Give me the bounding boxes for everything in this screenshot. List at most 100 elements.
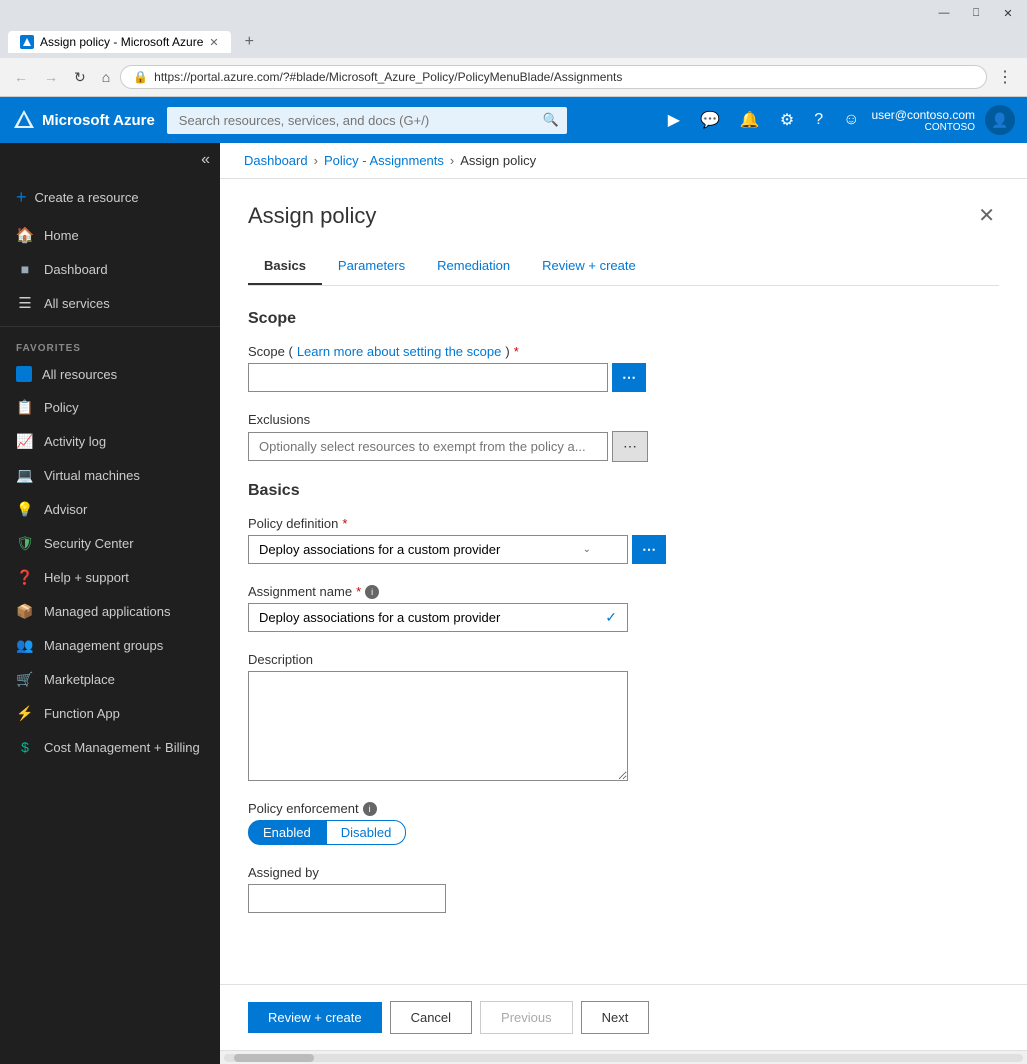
sidebar-cost-label: Cost Management + Billing xyxy=(44,740,200,755)
review-create-button[interactable]: Review + create xyxy=(248,1002,382,1033)
scope-input[interactable] xyxy=(248,363,608,392)
sidebar-collapse-button[interactable]: « xyxy=(201,151,210,169)
assigned-by-input[interactable] xyxy=(248,884,446,913)
sidebar-item-virtual-machines[interactable]: 💻 Virtual machines xyxy=(0,458,220,492)
sidebar-policy-label: Policy xyxy=(44,400,79,415)
tab-review-create[interactable]: Review + create xyxy=(526,248,652,285)
sidebar-item-help-support[interactable]: ❓ Help + support xyxy=(0,560,220,594)
browser-menu-button[interactable]: ⋮ xyxy=(991,63,1019,91)
panel-header: Assign policy ✕ xyxy=(248,179,999,248)
breadcrumb-policy-assignments[interactable]: Policy - Assignments xyxy=(324,153,444,168)
enforcement-enabled-button[interactable]: Enabled xyxy=(248,820,326,845)
description-label: Description xyxy=(248,652,999,667)
sidebar-allservices-label: All services xyxy=(44,296,110,311)
sidebar-home-label: Home xyxy=(44,228,79,243)
user-avatar[interactable]: 👤 xyxy=(985,105,1015,135)
assigned-by-label: Assigned by xyxy=(248,865,999,880)
assignment-name-label: Assignment name * i xyxy=(248,584,999,599)
browser-tab[interactable]: Assign policy - Microsoft Azure ✕ xyxy=(8,31,231,53)
forward-button[interactable]: → xyxy=(38,65,64,89)
sidebar-functionapp-label: Function App xyxy=(44,706,120,721)
assignment-name-select[interactable]: Deploy associations for a custom provide… xyxy=(249,604,627,631)
scope-learn-more-link[interactable]: Learn more about setting the scope xyxy=(297,344,502,359)
panel-close-button[interactable]: ✕ xyxy=(974,199,999,232)
assignment-name-required: * xyxy=(356,584,361,599)
assignment-name-info-icon[interactable]: i xyxy=(365,585,379,599)
virtual-machines-icon: 💻 xyxy=(16,466,34,484)
assign-policy-panel: Assign policy ✕ Basics Parameters Remedi… xyxy=(220,179,1027,984)
enforcement-toggle-group: Enabled Disabled xyxy=(248,820,999,845)
sidebar-item-policy[interactable]: 📋 Policy xyxy=(0,390,220,424)
minimize-button[interactable]: ― xyxy=(929,2,959,24)
cancel-button[interactable]: Cancel xyxy=(390,1001,472,1034)
assignment-name-form-group: Assignment name * i Deploy associations … xyxy=(248,584,999,632)
scope-label: Scope (Learn more about setting the scop… xyxy=(248,344,999,359)
sidebar-managedapps-label: Managed applications xyxy=(44,604,170,619)
search-bar[interactable]: 🔍 xyxy=(167,107,567,134)
back-button[interactable]: ← xyxy=(8,65,34,89)
enforcement-info-icon[interactable]: i xyxy=(363,802,377,816)
exclusions-input[interactable] xyxy=(248,432,608,461)
next-button[interactable]: Next xyxy=(581,1001,650,1034)
sidebar-item-activity-log[interactable]: 📈 Activity log xyxy=(0,424,220,458)
notifications-button[interactable]: 🔔 xyxy=(732,104,768,136)
enforcement-disabled-button[interactable]: Disabled xyxy=(326,820,407,845)
address-bar[interactable]: 🔒 https://portal.azure.com/?#blade/Micro… xyxy=(120,65,987,89)
breadcrumb-dashboard[interactable]: Dashboard xyxy=(244,153,308,168)
sidebar-item-management-groups[interactable]: 👥 Management groups xyxy=(0,628,220,662)
browser-chrome: Assign policy - Microsoft Azure ✕ + ← → … xyxy=(0,26,1027,97)
search-input[interactable] xyxy=(167,107,567,134)
exclusions-form-group: Exclusions ⋯ xyxy=(248,412,999,462)
sidebar-item-function-app[interactable]: ⚡ Function App xyxy=(0,696,220,730)
policy-enforcement-label-text: Policy enforcement xyxy=(248,801,359,816)
sidebar-item-all-resources[interactable]: All resources xyxy=(0,358,220,390)
home-icon: 🏠 xyxy=(16,226,34,244)
home-button[interactable]: ⌂ xyxy=(96,65,116,89)
breadcrumb: Dashboard › Policy - Assignments › Assig… xyxy=(220,143,1027,179)
assigned-by-form-group: Assigned by xyxy=(248,865,999,913)
tab-remediation[interactable]: Remediation xyxy=(421,248,526,285)
sidebar-collapse-area: « xyxy=(0,143,220,177)
new-tab-button[interactable]: + xyxy=(239,31,260,53)
sidebar-item-home[interactable]: 🏠 Home xyxy=(0,218,220,252)
sidebar-item-cost-management[interactable]: $ Cost Management + Billing xyxy=(0,730,220,764)
assignment-name-input-row: Deploy associations for a custom provide… xyxy=(248,603,999,632)
scope-browse-button[interactable]: ⋯ xyxy=(612,363,646,392)
brand-name: Microsoft Azure xyxy=(42,112,155,129)
feedback-button[interactable]: 💬 xyxy=(692,104,728,136)
tab-title: Assign policy - Microsoft Azure xyxy=(40,35,203,49)
refresh-button[interactable]: ↻ xyxy=(68,65,92,90)
policy-def-browse-button[interactable]: ⋯ xyxy=(632,535,666,564)
assignment-name-label-text: Assignment name xyxy=(248,584,352,599)
sidebar-item-security-center[interactable]: 🛡 Security Center xyxy=(0,526,220,560)
azure-topbar: Microsoft Azure 🔍 ▶ 💬 🔔 ⚙ ? ☺ user@conto… xyxy=(0,97,1027,143)
exclusions-browse-button[interactable]: ⋯ xyxy=(612,431,648,462)
sidebar-item-marketplace[interactable]: 🛒 Marketplace xyxy=(0,662,220,696)
sidebar-help-label: Help + support xyxy=(44,570,129,585)
policy-def-required: * xyxy=(342,516,347,531)
policy-def-select[interactable]: Deploy associations for a custom provide… xyxy=(249,536,627,563)
restore-button[interactable]: ⎕ xyxy=(961,2,991,24)
horizontal-scrollbar[interactable] xyxy=(220,1050,1027,1064)
description-textarea[interactable] xyxy=(248,671,628,781)
settings-button[interactable]: ⚙ xyxy=(772,104,802,136)
azure-logo-icon xyxy=(12,108,36,132)
sidebar-item-create-resource[interactable]: + Create a resource xyxy=(0,177,220,218)
feedback2-button[interactable]: ☺ xyxy=(835,105,867,135)
tab-parameters[interactable]: Parameters xyxy=(322,248,421,285)
help-button[interactable]: ? xyxy=(806,105,831,135)
all-resources-icon xyxy=(16,366,32,382)
activity-log-icon: 📈 xyxy=(16,432,34,450)
tab-close-icon[interactable]: ✕ xyxy=(209,36,218,49)
sidebar-marketplace-label: Marketplace xyxy=(44,672,115,687)
scope-input-row: ⋯ xyxy=(248,363,999,392)
sidebar-item-dashboard[interactable]: ■ Dashboard xyxy=(0,252,220,286)
policy-def-input-row: Deploy associations for a custom provide… xyxy=(248,535,999,564)
close-button[interactable]: ✕ xyxy=(993,2,1023,24)
tab-basics[interactable]: Basics xyxy=(248,248,322,285)
sidebar-item-all-services[interactable]: ☰ All services xyxy=(0,286,220,320)
sidebar-item-managed-applications[interactable]: 📦 Managed applications xyxy=(0,594,220,628)
policy-enforcement-label: Policy enforcement i xyxy=(248,801,999,816)
cloud-shell-button[interactable]: ▶ xyxy=(660,104,688,136)
sidebar-item-advisor[interactable]: 💡 Advisor xyxy=(0,492,220,526)
